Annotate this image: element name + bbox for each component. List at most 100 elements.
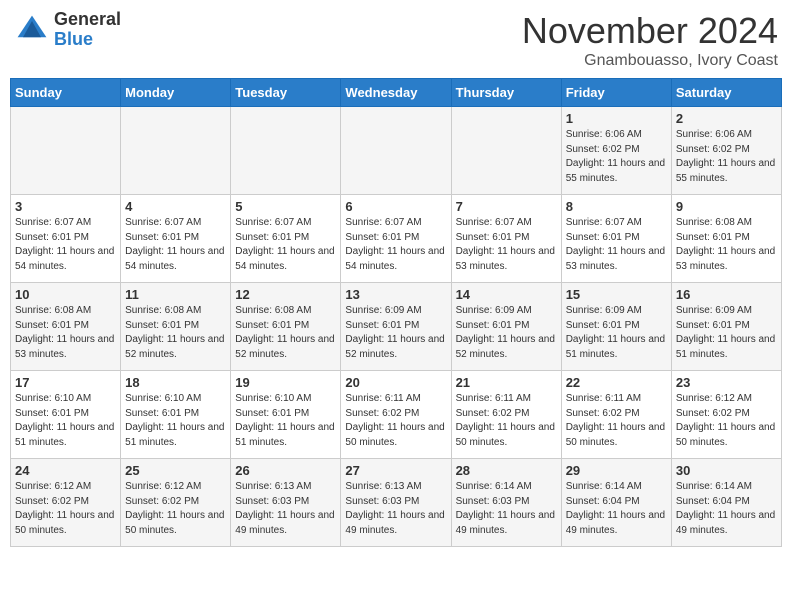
month-title: November 2024: [522, 10, 778, 52]
day-cell: 20 Sunrise: 6:11 AM Sunset: 6:02 PM Dayli…: [341, 371, 451, 459]
day-cell: 17 Sunrise: 6:10 AM Sunset: 6:01 PM Dayli…: [11, 371, 121, 459]
day-info: Sunrise: 6:09 AM Sunset: 6:01 PM Dayligh…: [566, 304, 667, 362]
weekday-header-row: SundayMondayTuesdayWednesdayThursdayFrid…: [11, 79, 782, 107]
week-row-3: 10 Sunrise: 6:08 AM Sunset: 6:01 PM Dayli…: [11, 283, 782, 371]
day-number: 24: [15, 463, 116, 478]
day-number: 14: [456, 287, 557, 302]
day-number: 19: [235, 375, 336, 390]
day-info: Sunrise: 6:07 AM Sunset: 6:01 PM Dayligh…: [235, 216, 336, 274]
day-number: 5: [235, 199, 336, 214]
day-number: 20: [345, 375, 446, 390]
day-cell: 5 Sunrise: 6:07 AM Sunset: 6:01 PM Daylig…: [231, 195, 341, 283]
weekday-header-wednesday: Wednesday: [341, 79, 451, 107]
weekday-header-monday: Monday: [121, 79, 231, 107]
day-info: Sunrise: 6:11 AM Sunset: 6:02 PM Dayligh…: [456, 392, 557, 450]
day-number: 22: [566, 375, 667, 390]
logo-text: General Blue: [54, 10, 121, 50]
day-info: Sunrise: 6:07 AM Sunset: 6:01 PM Dayligh…: [456, 216, 557, 274]
day-cell: 6 Sunrise: 6:07 AM Sunset: 6:01 PM Daylig…: [341, 195, 451, 283]
day-number: 25: [125, 463, 226, 478]
day-cell: 8 Sunrise: 6:07 AM Sunset: 6:01 PM Daylig…: [561, 195, 671, 283]
day-cell: 28Sunrise: 6:14 AM Sunset: 6:03 PM Dayli…: [451, 459, 561, 547]
day-cell: 25 Sunrise: 6:12 AM Sunset: 6:02 PM Dayli…: [121, 459, 231, 547]
day-cell: 29 Sunrise: 6:14 AM Sunset: 6:04 PM Dayli…: [561, 459, 671, 547]
day-cell: 19 Sunrise: 6:10 AM Sunset: 6:01 PM Dayli…: [231, 371, 341, 459]
day-info: Sunrise: 6:09 AM Sunset: 6:01 PM Dayligh…: [456, 304, 557, 362]
day-cell: 24 Sunrise: 6:12 AM Sunset: 6:02 PM Dayli…: [11, 459, 121, 547]
day-number: 9: [676, 199, 777, 214]
day-info: Sunrise: 6:08 AM Sunset: 6:01 PM Dayligh…: [676, 216, 777, 274]
day-info: Sunrise: 6:10 AM Sunset: 6:01 PM Dayligh…: [235, 392, 336, 450]
day-cell: 7 Sunrise: 6:07 AM Sunset: 6:01 PM Daylig…: [451, 195, 561, 283]
day-cell: 27Sunrise: 6:13 AM Sunset: 6:03 PM Dayli…: [341, 459, 451, 547]
day-number: 29: [566, 463, 667, 478]
day-number: 2: [676, 111, 777, 126]
day-info: Sunrise: 6:08 AM Sunset: 6:01 PM Dayligh…: [125, 304, 226, 362]
day-number: 6: [345, 199, 446, 214]
day-info: Sunrise: 6:12 AM Sunset: 6:02 PM Dayligh…: [15, 480, 116, 538]
day-info: Sunrise: 6:10 AM Sunset: 6:01 PM Dayligh…: [15, 392, 116, 450]
day-number: 26: [235, 463, 336, 478]
day-info: Sunrise: 6:07 AM Sunset: 6:01 PM Dayligh…: [125, 216, 226, 274]
day-info: Sunrise: 6:14 AM Sunset: 6:04 PM Dayligh…: [676, 480, 777, 538]
weekday-header-tuesday: Tuesday: [231, 79, 341, 107]
day-number: 1: [566, 111, 667, 126]
day-info: Sunrise: 6:09 AM Sunset: 6:01 PM Dayligh…: [345, 304, 446, 362]
calendar-table: SundayMondayTuesdayWednesdayThursdayFrid…: [10, 78, 782, 547]
day-number: 16: [676, 287, 777, 302]
week-row-5: 24 Sunrise: 6:12 AM Sunset: 6:02 PM Dayli…: [11, 459, 782, 547]
logo: General Blue: [14, 10, 121, 50]
day-number: 11: [125, 287, 226, 302]
day-number: 12: [235, 287, 336, 302]
title-area: November 2024 Gnambouasso, Ivory Coast: [522, 10, 778, 70]
day-number: 17: [15, 375, 116, 390]
day-number: 4: [125, 199, 226, 214]
day-info: Sunrise: 6:13 AM Sunset: 6:03 PM Dayligh…: [235, 480, 336, 538]
day-cell: 10Sunrise: 6:08 AM Sunset: 6:01 PM Dayli…: [11, 283, 121, 371]
day-number: 8: [566, 199, 667, 214]
day-cell: 15 Sunrise: 6:09 AM Sunset: 6:01 PM Dayli…: [561, 283, 671, 371]
week-row-1: 1 Sunrise: 6:06 AM Sunset: 6:02 PM Daylig…: [11, 107, 782, 195]
day-info: Sunrise: 6:07 AM Sunset: 6:01 PM Dayligh…: [566, 216, 667, 274]
day-cell: 11 Sunrise: 6:08 AM Sunset: 6:01 PM Dayli…: [121, 283, 231, 371]
day-info: Sunrise: 6:06 AM Sunset: 6:02 PM Dayligh…: [676, 128, 777, 186]
day-info: Sunrise: 6:14 AM Sunset: 6:04 PM Dayligh…: [566, 480, 667, 538]
day-info: Sunrise: 6:11 AM Sunset: 6:02 PM Dayligh…: [566, 392, 667, 450]
day-cell: 23Sunrise: 6:12 AM Sunset: 6:02 PM Dayli…: [671, 371, 781, 459]
day-info: Sunrise: 6:12 AM Sunset: 6:02 PM Dayligh…: [676, 392, 777, 450]
day-cell: 30Sunrise: 6:14 AM Sunset: 6:04 PM Dayli…: [671, 459, 781, 547]
day-number: 3: [15, 199, 116, 214]
day-cell: 1 Sunrise: 6:06 AM Sunset: 6:02 PM Daylig…: [561, 107, 671, 195]
day-cell: 13Sunrise: 6:09 AM Sunset: 6:01 PM Dayli…: [341, 283, 451, 371]
day-cell: [341, 107, 451, 195]
day-number: 21: [456, 375, 557, 390]
logo-general: General: [54, 9, 121, 29]
logo-icon: [14, 12, 50, 48]
day-info: Sunrise: 6:07 AM Sunset: 6:01 PM Dayligh…: [15, 216, 116, 274]
logo-blue: Blue: [54, 29, 93, 49]
day-number: 28: [456, 463, 557, 478]
weekday-header-sunday: Sunday: [11, 79, 121, 107]
day-cell: 21 Sunrise: 6:11 AM Sunset: 6:02 PM Dayli…: [451, 371, 561, 459]
day-info: Sunrise: 6:08 AM Sunset: 6:01 PM Dayligh…: [235, 304, 336, 362]
day-info: Sunrise: 6:06 AM Sunset: 6:02 PM Dayligh…: [566, 128, 667, 186]
day-cell: 12 Sunrise: 6:08 AM Sunset: 6:01 PM Dayli…: [231, 283, 341, 371]
day-number: 10: [15, 287, 116, 302]
day-cell: [11, 107, 121, 195]
weekday-header-friday: Friday: [561, 79, 671, 107]
day-cell: [121, 107, 231, 195]
day-info: Sunrise: 6:07 AM Sunset: 6:01 PM Dayligh…: [345, 216, 446, 274]
day-info: Sunrise: 6:09 AM Sunset: 6:01 PM Dayligh…: [676, 304, 777, 362]
day-cell: 9 Sunrise: 6:08 AM Sunset: 6:01 PM Daylig…: [671, 195, 781, 283]
day-cell: 14 Sunrise: 6:09 AM Sunset: 6:01 PM Dayli…: [451, 283, 561, 371]
day-number: 7: [456, 199, 557, 214]
day-cell: [451, 107, 561, 195]
day-info: Sunrise: 6:13 AM Sunset: 6:03 PM Dayligh…: [345, 480, 446, 538]
location: Gnambouasso, Ivory Coast: [522, 52, 778, 70]
day-info: Sunrise: 6:11 AM Sunset: 6:02 PM Dayligh…: [345, 392, 446, 450]
day-info: Sunrise: 6:12 AM Sunset: 6:02 PM Dayligh…: [125, 480, 226, 538]
day-number: 15: [566, 287, 667, 302]
day-cell: 18Sunrise: 6:10 AM Sunset: 6:01 PM Dayli…: [121, 371, 231, 459]
week-row-2: 3 Sunrise: 6:07 AM Sunset: 6:01 PM Daylig…: [11, 195, 782, 283]
week-row-4: 17 Sunrise: 6:10 AM Sunset: 6:01 PM Dayli…: [11, 371, 782, 459]
